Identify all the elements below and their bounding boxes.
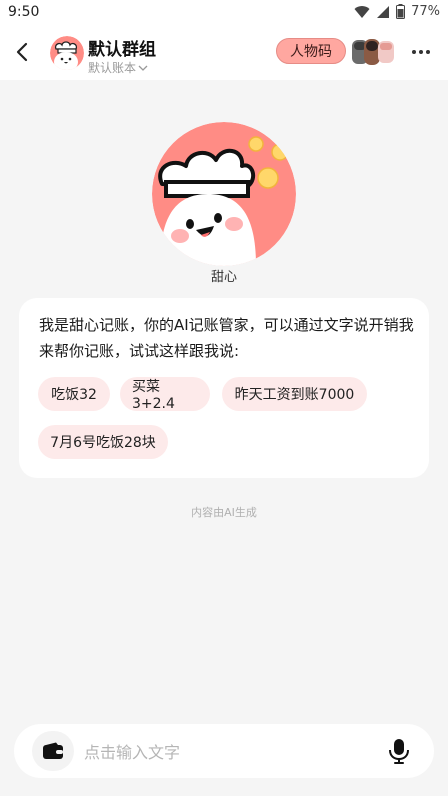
message-input-bar [14,724,434,778]
microphone-icon[interactable] [388,738,410,764]
assistant-avatar [152,122,296,266]
character-avatars-icon [352,39,394,65]
more-menu-icon[interactable] [410,42,432,62]
character-code-button[interactable]: 人物码 [276,38,346,64]
wallet-button[interactable] [32,731,74,771]
battery-icon [396,4,406,19]
status-time: 9:50 [8,4,40,20]
assistant-name: 甜心 [210,270,237,285]
mascot-icon [50,36,84,70]
ledger-name: 默认账本 [88,61,137,75]
wallet-icon [43,742,63,759]
suggestion-chip[interactable]: 买菜3+2.4 [120,377,210,412]
status-icons: 77% [354,4,440,19]
chat-header: 默认群组 默认账本 人物码 [0,26,448,80]
chevron-down-icon [138,65,148,71]
suggestion-chip[interactable]: 吃饭32 [38,377,110,411]
group-title: 默认群组 [88,40,156,60]
assistant-message-card: 我是甜心记账，你的AI记账管家，可以通过文字说开销我来帮你记账，试试这样跟我说:… [19,298,429,478]
back-arrow-icon[interactable] [12,40,32,64]
character-avatars[interactable] [352,38,398,66]
ledger-selector[interactable]: 默认账本 [88,59,148,76]
signal-icon [377,5,390,18]
suggestion-chip[interactable]: 昨天工资到账7000 [222,377,367,411]
wifi-icon [354,5,370,18]
message-input[interactable] [82,736,386,768]
status-bar: 9:50 77% [0,0,448,26]
mascot-icon [152,122,296,266]
ai-generated-note: 内容由AI生成 [191,506,257,519]
assistant-intro-text: 我是甜心记账，你的AI记账管家，可以通过文字说开销我来帮你记账，试试这样跟我说: [39,316,414,360]
group-avatar[interactable] [50,36,84,70]
suggestion-chip[interactable]: 7月6号吃饭28块 [38,425,168,459]
battery-percent: 77% [411,4,440,19]
